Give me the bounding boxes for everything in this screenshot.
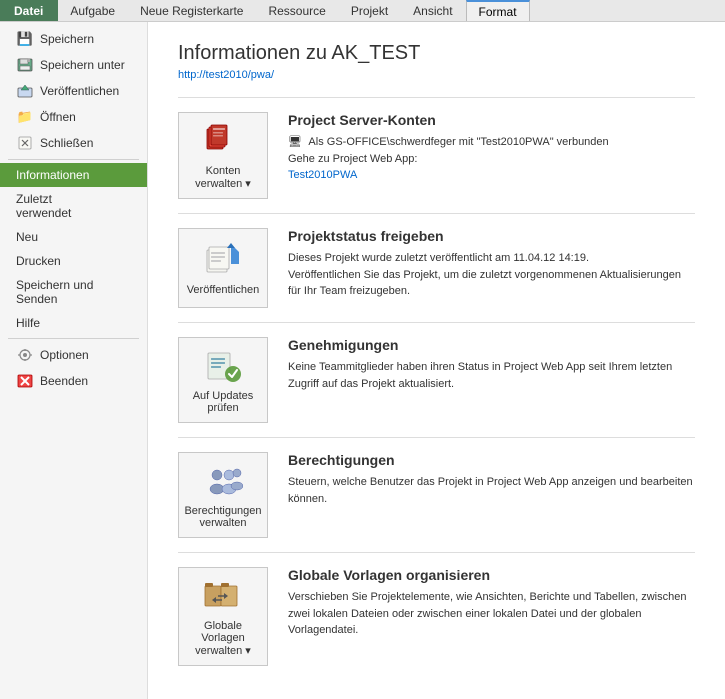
genehmigungen-content: Genehmigungen Keine Teammitglieder haben… bbox=[288, 337, 695, 392]
berechtigungen-desc: Steuern, welche Benutzer das Projekt in … bbox=[288, 474, 695, 507]
sidebar-item-speichern[interactable]: 💾 Speichern bbox=[0, 26, 147, 52]
konten-desc: 🖥 Als GS-OFFICE\schwerdfeger mit "Test20… bbox=[288, 134, 695, 184]
schliessen-icon bbox=[16, 135, 34, 151]
sidebar-item-speichern-senden[interactable]: Speichern und Senden bbox=[0, 273, 147, 311]
sidebar-item-zuletzt[interactable]: Zuletzt verwendet bbox=[0, 187, 147, 225]
menu-format[interactable]: Format bbox=[466, 0, 530, 21]
veroffentlichen-desc: Dieses Projekt wurde zuletzt veröffentli… bbox=[288, 250, 695, 300]
vorlagen-button[interactable]: Globale Vorlagenverwalten ▾ bbox=[178, 567, 268, 666]
server-icon: 🖥 bbox=[288, 136, 302, 148]
veroffentlichen-section-icon bbox=[203, 242, 243, 278]
konten-title: Project Server-Konten bbox=[288, 112, 695, 128]
sidebar-item-informationen[interactable]: Informationen bbox=[0, 163, 147, 187]
section-vorlagen: Globale Vorlagenverwalten ▾ Globale Vorl… bbox=[178, 552, 695, 680]
berechtigungen-title: Berechtigungen bbox=[288, 452, 695, 468]
sidebar-item-hilfe[interactable]: Hilfe bbox=[0, 311, 147, 335]
veroffentlichen-section-label: Veröffentlichen bbox=[187, 284, 260, 296]
sidebar-item-speichern-unter[interactable]: Speichern unter bbox=[0, 52, 147, 78]
section-genehmigungen: Auf Updatesprüfen Genehmigungen Keine Te… bbox=[178, 322, 695, 437]
veroffentlichen-content: Projektstatus freigeben Dieses Projekt w… bbox=[288, 228, 695, 300]
sidebar-item-schliessen[interactable]: Schließen bbox=[0, 130, 147, 156]
konten-content: Project Server-Konten 🖥 Als GS-OFFICE\sc… bbox=[288, 112, 695, 184]
genehmigungen-desc: Keine Teammitglieder haben ihren Status … bbox=[288, 359, 695, 392]
genehmigungen-title: Genehmigungen bbox=[288, 337, 695, 353]
genehmigungen-button[interactable]: Auf Updatesprüfen bbox=[178, 337, 268, 423]
menu-neue-registerkarte[interactable]: Neue Registerkarte bbox=[128, 0, 256, 21]
konten-label: Kontenverwalten ▾ bbox=[195, 165, 251, 190]
sidebar-item-veroffentlichen[interactable]: Veröffentlichen bbox=[0, 78, 147, 104]
vorlagen-desc: Verschieben Sie Projektelemente, wie Ans… bbox=[288, 589, 695, 639]
vorlagen-icon bbox=[203, 578, 243, 614]
sidebar: 💾 Speichern Speichern unter bbox=[0, 22, 148, 699]
konten-icon bbox=[203, 123, 243, 159]
vorlagen-label: Globale Vorlagenverwalten ▾ bbox=[185, 620, 261, 657]
genehmigungen-label: Auf Updatesprüfen bbox=[193, 390, 254, 414]
sidebar-item-drucken[interactable]: Drucken bbox=[0, 249, 147, 273]
genehmigungen-icon bbox=[203, 348, 243, 384]
veroffentlichen-title: Projektstatus freigeben bbox=[288, 228, 695, 244]
beenden-icon bbox=[16, 373, 34, 389]
menu-datei[interactable]: Datei bbox=[0, 0, 58, 21]
project-web-link[interactable]: Test2010PWA bbox=[288, 169, 357, 181]
section-konten: Kontenverwalten ▾ Project Server-Konten … bbox=[178, 97, 695, 213]
vorlagen-content: Globale Vorlagen organisieren Verschiebe… bbox=[288, 567, 695, 639]
section-veroffentlichen: Veröffentlichen Projektstatus freigeben … bbox=[178, 213, 695, 322]
optionen-icon bbox=[16, 347, 34, 363]
content-area: Informationen zu AK_TEST http://test2010… bbox=[148, 22, 725, 699]
speichern-icon: 💾 bbox=[16, 31, 34, 47]
sidebar-divider-1 bbox=[8, 159, 139, 160]
page-title: Informationen zu AK_TEST bbox=[178, 42, 695, 65]
menu-ansicht[interactable]: Ansicht bbox=[401, 0, 465, 21]
sidebar-item-beenden[interactable]: Beenden bbox=[0, 368, 147, 394]
menu-projekt[interactable]: Projekt bbox=[339, 0, 401, 21]
berechtigungen-content: Berechtigungen Steuern, welche Benutzer … bbox=[288, 452, 695, 507]
berechtigungen-icon bbox=[203, 463, 243, 499]
menu-ressource[interactable]: Ressource bbox=[256, 0, 338, 21]
sidebar-item-optionen[interactable]: Optionen bbox=[0, 342, 147, 368]
berechtigungen-label: Berechtigungenverwalten bbox=[184, 505, 261, 529]
main-layout: 💾 Speichern Speichern unter bbox=[0, 22, 725, 699]
speichern-unter-icon bbox=[16, 57, 34, 73]
vorlagen-title: Globale Vorlagen organisieren bbox=[288, 567, 695, 583]
sidebar-item-offnen[interactable]: 📁 Öffnen bbox=[0, 104, 147, 130]
offnen-icon: 📁 bbox=[16, 109, 34, 125]
menu-aufgabe[interactable]: Aufgabe bbox=[58, 0, 128, 21]
sidebar-item-neu[interactable]: Neu bbox=[0, 225, 147, 249]
berechtigungen-button[interactable]: Berechtigungenverwalten bbox=[178, 452, 268, 538]
sidebar-divider-2 bbox=[8, 338, 139, 339]
veroffentlichen-icon bbox=[16, 83, 34, 99]
veroffentlichen-button[interactable]: Veröffentlichen bbox=[178, 228, 268, 308]
section-berechtigungen: Berechtigungenverwalten Berechtigungen S… bbox=[178, 437, 695, 552]
page-subtitle: http://test2010/pwa/ bbox=[178, 69, 695, 81]
menu-bar: Datei Aufgabe Neue Registerkarte Ressour… bbox=[0, 0, 725, 22]
konten-button[interactable]: Kontenverwalten ▾ bbox=[178, 112, 268, 199]
